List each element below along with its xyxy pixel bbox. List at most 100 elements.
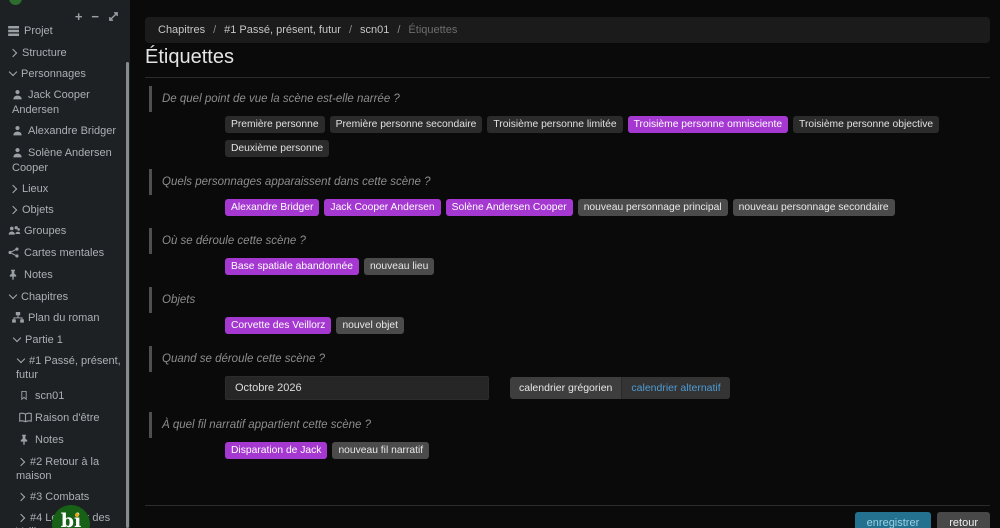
tag-base-spatiale-abandonnee[interactable]: Base spatiale abandonnée (225, 258, 359, 275)
breadcrumb-separator: / (213, 24, 216, 36)
person-icon (12, 147, 26, 161)
chevron-right-icon (9, 185, 17, 193)
sidebar-tree: Projet Structure Personnages Jack Cooper… (0, 22, 125, 528)
thread-tags-row: Disparation de Jack nouveau fil narratif (225, 442, 990, 459)
sidebar-item-character-jack[interactable]: Jack Cooper Andersen (0, 86, 125, 119)
question-location: Où se déroule cette scène ? (149, 228, 990, 254)
time-row: calendrier grégorien calendrier alternat… (225, 376, 990, 400)
sidebar-item-scene-notes[interactable]: Notes (0, 431, 125, 450)
sidebar-item-projet[interactable]: Projet (0, 22, 125, 41)
new-location-button[interactable]: nouveau lieu (364, 258, 434, 275)
gregorian-calendar-button[interactable]: calendrier grégorien (510, 377, 621, 399)
sidebar-item-label: Groupes (24, 225, 66, 237)
sidebar-scrollbar[interactable] (126, 62, 129, 528)
sidebar-item-partie-1[interactable]: Partie 1 (0, 331, 125, 349)
sidebar-item-notes[interactable]: Notes (0, 266, 125, 285)
breadcrumb-separator: / (397, 24, 400, 36)
pov-tags-row: Première personne Première personne seco… (225, 116, 990, 157)
page-title: Étiquettes (145, 46, 234, 69)
chevron-down-icon (17, 355, 25, 363)
sidebar-item-label: Projet (24, 25, 53, 37)
sidebar-item-label: Objets (22, 204, 54, 216)
sidebar-item-label: Partie 1 (25, 334, 63, 346)
back-button[interactable]: retour (937, 512, 990, 528)
chevron-right-icon (9, 49, 17, 57)
sidebar-item-label: Personnages (21, 68, 86, 80)
chevron-right-icon (17, 514, 25, 522)
sidebar-item-chapter-2[interactable]: #2 Retour à la maison (0, 453, 125, 485)
zoom-in-icon[interactable]: + (75, 12, 83, 22)
tag-troisieme-personne-omnisciente[interactable]: Troisième personne omnisciente (628, 116, 788, 133)
sidebar-item-label: #2 Retour à la maison (16, 456, 99, 482)
sidebar-item-label: Structure (22, 47, 67, 59)
tag-solene-andersen-cooper[interactable]: Solène Andersen Cooper (446, 199, 573, 216)
sidebar-item-plan-du-roman[interactable]: Plan du roman (0, 309, 125, 328)
sidebar-item-scene-scn01[interactable]: scn01 (0, 387, 125, 406)
sidebar-item-label: #3 Combats (30, 491, 89, 503)
tags-form: De quel point de vue la scène est-elle n… (145, 86, 990, 471)
people-icon (8, 225, 22, 239)
title-divider (145, 77, 990, 78)
book-icon (19, 412, 33, 426)
sidebar-item-chapter-1[interactable]: #1 Passé, présent, futur (0, 352, 125, 384)
chevron-right-icon (17, 493, 25, 501)
sidebar-item-label: Alexandre Bridger (28, 125, 116, 137)
footer-divider (145, 505, 990, 506)
sidebar-item-personnages[interactable]: Personnages (0, 65, 125, 83)
calendar-toggle-group: calendrier grégorien calendrier alternat… (510, 377, 730, 399)
sidebar-item-groupes[interactable]: Groupes (0, 222, 125, 241)
breadcrumb-chapter[interactable]: #1 Passé, présent, futur (224, 24, 341, 36)
sidebar-item-label: Raison d'être (35, 412, 99, 424)
characters-tags-row: Alexandre Bridger Jack Cooper Andersen S… (225, 199, 990, 216)
question-point-of-view: De quel point de vue la scène est-elle n… (149, 86, 990, 112)
person-icon (12, 125, 26, 139)
new-thread-button[interactable]: nouveau fil narratif (332, 442, 429, 459)
breadcrumb: Chapitres / #1 Passé, présent, futur / s… (145, 17, 990, 43)
sidebar-item-cartes-mentales[interactable]: Cartes mentales (0, 244, 125, 263)
sitemap-icon (12, 312, 26, 326)
sidebar-item-label: #1 Passé, présent, futur (16, 355, 121, 381)
pin-icon (19, 434, 33, 448)
sidebar-item-structure[interactable]: Structure (0, 44, 125, 62)
breadcrumb-current: Étiquettes (408, 24, 457, 36)
bars-icon (8, 25, 22, 39)
tag-troisieme-personne-limitee[interactable]: Troisième personne limitée (487, 116, 622, 133)
zoom-out-icon[interactable]: − (91, 12, 99, 22)
chevron-down-icon (9, 68, 17, 76)
sidebar-item-character-alexandre[interactable]: Alexandre Bridger (0, 122, 125, 141)
sidebar-item-raison-detre[interactable]: Raison d'être (0, 409, 125, 428)
question-objects: Objets (149, 287, 990, 313)
chevron-right-icon (17, 458, 25, 466)
share-icon (8, 247, 22, 261)
tag-premiere-personne[interactable]: Première personne (225, 116, 325, 133)
new-secondary-character-button[interactable]: nouveau personnage secondaire (733, 199, 895, 216)
breadcrumb-scene[interactable]: scn01 (360, 24, 389, 36)
sidebar-item-lieux[interactable]: Lieux (0, 180, 125, 198)
sidebar-item-objets[interactable]: Objets (0, 201, 125, 219)
alternative-calendar-button[interactable]: calendrier alternatif (621, 377, 729, 399)
tag-jack-cooper-andersen[interactable]: Jack Cooper Andersen (324, 199, 440, 216)
objects-tags-row: Corvette des Veillorz nouvel objet (225, 317, 990, 334)
tag-disparation-de-jack[interactable]: Disparation de Jack (225, 442, 327, 459)
tag-premiere-personne-secondaire[interactable]: Première personne secondaire (330, 116, 483, 133)
tag-troisieme-personne-objective[interactable]: Troisième personne objective (793, 116, 939, 133)
scene-date-input[interactable] (225, 376, 489, 400)
new-main-character-button[interactable]: nouveau personnage principal (578, 199, 728, 216)
sidebar-item-label: Plan du roman (28, 312, 100, 324)
sidebar-item-character-solene[interactable]: Solène Andersen Cooper (0, 144, 125, 177)
tag-deuxieme-personne[interactable]: Deuxième personne (225, 140, 329, 157)
sidebar-item-chapter-3[interactable]: #3 Combats (0, 488, 125, 506)
sidebar-item-label: Lieux (22, 183, 48, 195)
sidebar-item-chapitres[interactable]: Chapitres (0, 288, 125, 306)
chevron-right-icon (9, 206, 17, 214)
location-tags-row: Base spatiale abandonnée nouveau lieu (225, 258, 990, 275)
sidebar-item-label: Cartes mentales (24, 247, 104, 259)
sidebar-item-label: Notes (35, 434, 64, 446)
tag-corvette-des-veillorz[interactable]: Corvette des Veillorz (225, 317, 331, 334)
bookmark-icon (19, 390, 33, 404)
new-object-button[interactable]: nouvel objet (336, 317, 404, 334)
breadcrumb-chapitres[interactable]: Chapitres (158, 24, 205, 36)
sidebar-item-label: Chapitres (21, 291, 68, 303)
tag-alexandre-bridger[interactable]: Alexandre Bridger (225, 199, 319, 216)
save-button[interactable]: enregistrer (855, 512, 932, 528)
